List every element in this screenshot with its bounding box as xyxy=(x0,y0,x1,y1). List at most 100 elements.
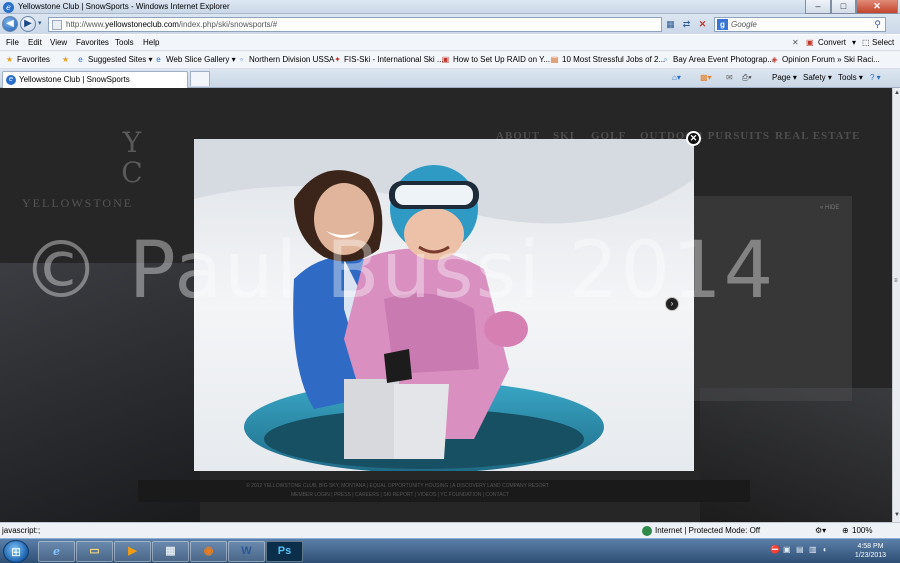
ie-page-icon: e xyxy=(156,55,161,64)
convert-dropdown-icon[interactable]: ▾ xyxy=(852,38,856,47)
page-menu[interactable]: Page ▾ xyxy=(772,73,797,82)
system-clock[interactable]: 4:58 PM 1/23/2013 xyxy=(843,542,898,560)
menu-help[interactable]: Help xyxy=(143,38,159,47)
search-box[interactable]: g Google ⚲ xyxy=(714,17,886,32)
refresh-icon[interactable]: ⇄ xyxy=(680,18,693,31)
convert-button[interactable]: Convert xyxy=(818,38,846,47)
zoom-icon: ⊕ xyxy=(842,526,849,535)
start-button[interactable]: ⊞ xyxy=(3,540,29,563)
clock-time: 4:58 PM xyxy=(857,543,884,550)
navigation-bar: ◀ ▶ ▾ http://www.yellowstoneclub.com/ind… xyxy=(0,14,900,34)
tray-network-icon[interactable]: ▥ xyxy=(809,545,817,554)
taskbar-ie-icon[interactable]: e xyxy=(38,541,75,562)
fav-opinion-forum[interactable]: Opinion Forum » Ski Raci... xyxy=(782,55,880,64)
footer-links[interactable]: MEMBER LOGIN | PRESS | CAREERS | SKI REP… xyxy=(291,492,509,498)
yc-logo-icon: YC xyxy=(121,126,143,189)
clock-date: 1/23/2013 xyxy=(854,552,887,559)
stop-icon[interactable]: ✕ xyxy=(696,18,709,31)
address-bar[interactable]: http://www.yellowstoneclub.com/index.php… xyxy=(48,17,662,32)
status-bar: javascript:; Internet | Protected Mode: … xyxy=(0,522,900,538)
maximize-button[interactable]: □ xyxy=(831,0,856,14)
tray-volume-icon[interactable]: ◖ xyxy=(822,545,827,554)
page-icon: ▤ xyxy=(550,55,559,64)
menu-edit[interactable]: Edit xyxy=(28,38,42,47)
page-icon: ▫ xyxy=(664,55,667,64)
tray-alert-icon[interactable]: ⛔ xyxy=(770,545,780,554)
status-text: javascript:; xyxy=(2,526,41,535)
fav-stressful-jobs[interactable]: 10 Most Stressful Jobs of 2... xyxy=(562,55,665,64)
close-toolbar-icon[interactable]: ✕ xyxy=(792,38,799,47)
home-icon[interactable]: ⌂▾ xyxy=(672,73,681,82)
tab-active[interactable]: e Yellowstone Club | SnowSports xyxy=(2,71,188,88)
taskbar-calculator-icon[interactable]: ▦ xyxy=(152,541,189,562)
page-icon xyxy=(52,20,62,30)
ie-tab-icon: e xyxy=(6,75,16,85)
fav-northern-division[interactable]: Northern Division USSA xyxy=(249,55,334,64)
new-tab-button[interactable] xyxy=(190,71,210,86)
taskbar-media-player-icon[interactable]: ▶ xyxy=(114,541,151,562)
convert-icon: ▣ xyxy=(806,38,814,47)
select-button[interactable]: Select xyxy=(872,38,894,47)
fav-raid[interactable]: How to Set Up RAID on Y... xyxy=(453,55,550,64)
tray-icon[interactable]: ▤ xyxy=(796,545,804,554)
menu-tools[interactable]: Tools xyxy=(115,38,134,47)
taskbar-explorer-icon[interactable]: ▭ xyxy=(76,541,113,562)
tray-icon[interactable]: ▣ xyxy=(783,545,791,554)
mail-icon[interactable]: ✉ xyxy=(726,73,733,82)
fav-web-slice-gallery[interactable]: Web Slice Gallery ▾ xyxy=(166,55,236,64)
tools-menu[interactable]: Tools ▾ xyxy=(838,73,863,82)
taskbar-photoshop-icon[interactable]: Ps xyxy=(266,541,303,562)
page-content: YC YELLOWSTONE ABOUT SKI GOLF OUTDOOR PU… xyxy=(0,88,892,522)
site-nav-real-estate[interactable]: REAL ESTATE xyxy=(775,130,860,142)
site-logo-text: YELLOWSTONE xyxy=(22,196,134,210)
scroll-up-icon[interactable]: ▲ xyxy=(894,90,900,96)
add-favorite-icon[interactable]: ★ xyxy=(61,55,70,64)
forward-button[interactable]: ▶ xyxy=(20,16,36,32)
youtube-icon: ▣ xyxy=(441,55,450,64)
favorites-button[interactable]: Favorites xyxy=(17,55,50,64)
search-placeholder: Google xyxy=(731,20,757,29)
compatibility-icon[interactable]: ▦ xyxy=(664,18,677,31)
page-icon: ▫ xyxy=(240,55,243,64)
scroll-thumb-icon[interactable]: ≡ xyxy=(894,278,898,284)
fav-bay-area[interactable]: Bay Area Event Photograp... xyxy=(673,55,774,64)
menu-file[interactable]: File xyxy=(6,38,19,47)
back-button[interactable]: ◀ xyxy=(2,16,18,32)
security-zone[interactable]: Internet | Protected Mode: Off xyxy=(655,526,760,535)
zoom-level[interactable]: 100% xyxy=(852,526,872,535)
vertical-scrollbar[interactable]: ▲ ≡ ▼ xyxy=(892,88,900,522)
address-url: http://www.yellowstoneclub.com/index.php… xyxy=(66,20,278,29)
taskbar-word-icon[interactable]: W xyxy=(228,541,265,562)
minimize-button[interactable]: – xyxy=(805,0,831,14)
feeds-icon[interactable]: ▩▾ xyxy=(700,73,712,82)
fav-fis-ski[interactable]: FIS-Ski - International Ski ... xyxy=(344,55,444,64)
tab-bar: e Yellowstone Club | SnowSports ⌂▾ ▩▾ ✉ … xyxy=(0,69,900,88)
menu-view[interactable]: View xyxy=(50,38,67,47)
tab-label: Yellowstone Club | SnowSports xyxy=(19,75,130,84)
page-icon: ◈ xyxy=(771,55,778,64)
hide-link[interactable]: « HIDE xyxy=(820,205,839,211)
print-icon[interactable]: ⎙▾ xyxy=(742,73,752,83)
search-icon[interactable]: ⚲ xyxy=(874,19,881,30)
fav-suggested-sites[interactable]: Suggested Sites ▾ xyxy=(88,55,153,64)
favorites-star-icon: ★ xyxy=(5,55,14,64)
help-menu[interactable]: ? ▾ xyxy=(870,73,881,82)
protected-mode-icon[interactable]: ⚙▾ xyxy=(815,526,826,535)
menu-bar: File Edit View Favorites Tools Help ✕ ▣ … xyxy=(0,35,900,51)
ie-page-icon: e xyxy=(78,55,83,64)
recent-pages-chevron-icon[interactable]: ▾ xyxy=(38,19,42,27)
safety-menu[interactable]: Safety ▾ xyxy=(803,73,832,82)
site-footer: © 2012 YELLOWSTONE CLUB, BIG SKY, MONTAN… xyxy=(138,480,750,502)
lightbox-next-icon[interactable]: › xyxy=(665,297,679,311)
taskbar-firefox-icon[interactable]: ◉ xyxy=(190,541,227,562)
taskbar: ⊞ e ▭ ▶ ▦ ◉ W Ps ⛔ ▣ ▤ ▥ ◖ 4:58 PM 1/23/… xyxy=(0,538,900,563)
google-icon: g xyxy=(717,19,728,30)
fis-icon: ✦ xyxy=(334,55,341,64)
ie-logo-icon: e xyxy=(3,2,14,13)
close-window-button[interactable]: ✕ xyxy=(856,0,898,14)
menu-favorites[interactable]: Favorites xyxy=(76,38,109,47)
copyright-watermark: © Paul Bussi 2014 xyxy=(22,226,776,316)
favorites-bar: ★ Favorites ★ e Suggested Sites ▾ e Web … xyxy=(0,51,900,69)
lightbox-close-icon[interactable]: ✕ xyxy=(686,131,701,146)
scroll-down-icon[interactable]: ▼ xyxy=(894,512,900,518)
